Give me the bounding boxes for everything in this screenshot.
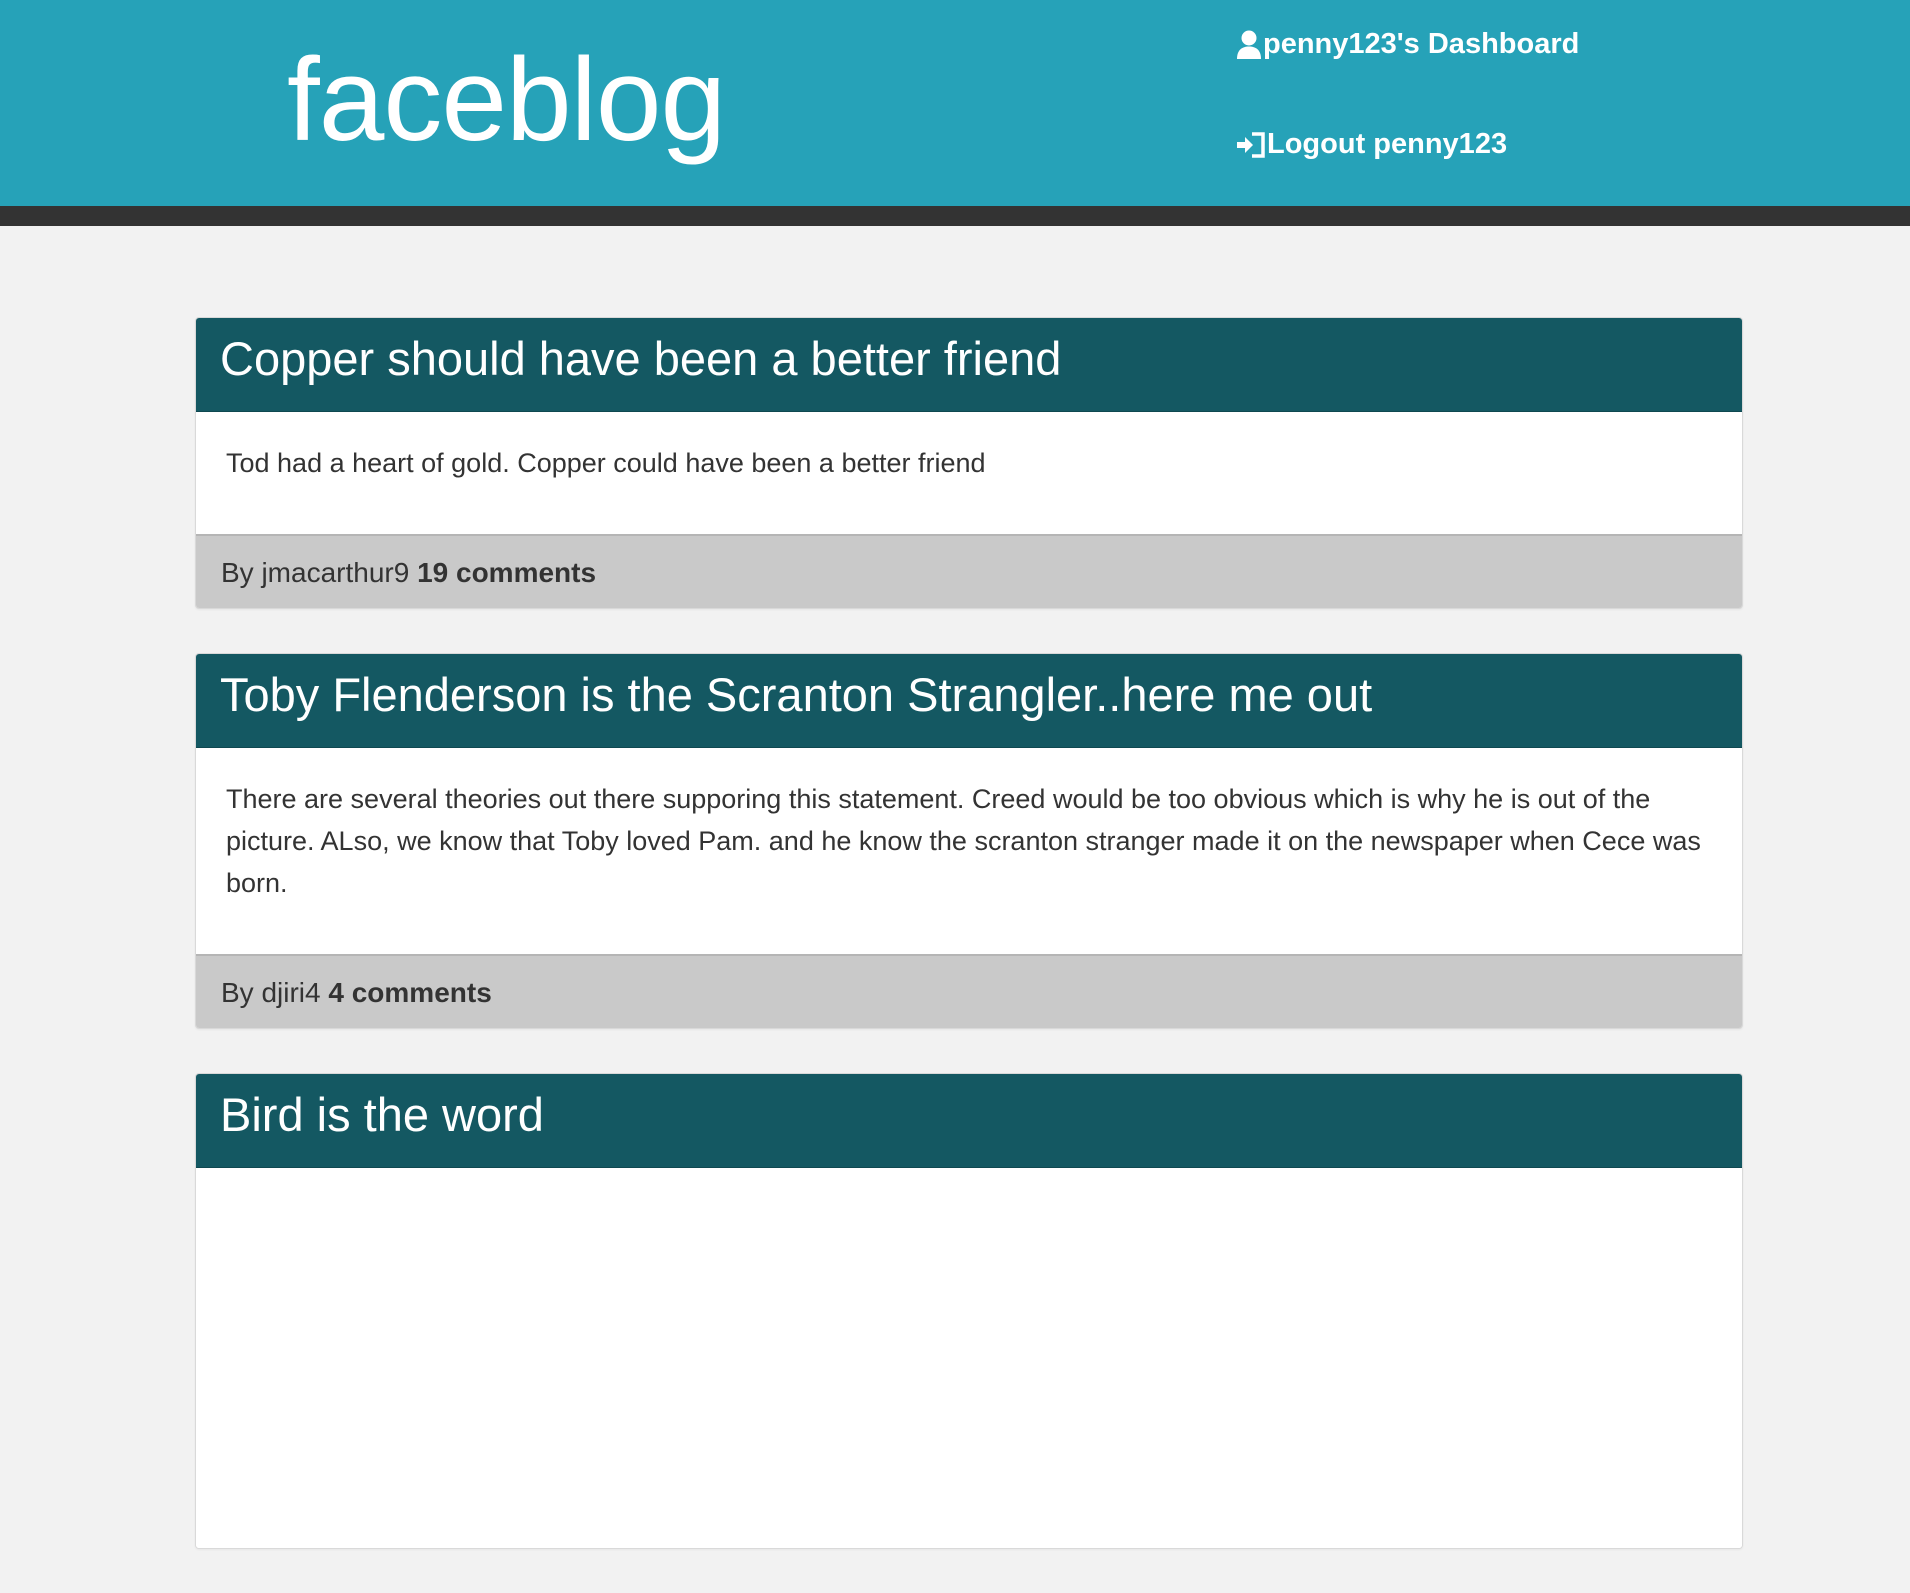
dashboard-link[interactable]: penny123's Dashboard: [1236, 28, 1579, 61]
post-card: Bird is the word: [195, 1073, 1743, 1549]
post-body: [196, 1168, 1742, 1548]
post-comments-count[interactable]: 4 comments: [328, 977, 491, 1008]
logout-label: Logout penny123: [1267, 128, 1508, 160]
user-icon: [1236, 30, 1263, 60]
site-logo[interactable]: faceblog: [287, 35, 726, 166]
header-border: [0, 206, 1910, 226]
post-feed: Copper should have been a better friend …: [195, 317, 1743, 1593]
logout-link[interactable]: Logout penny123: [1236, 128, 1507, 161]
post-author: By jmacarthur9: [221, 557, 410, 588]
post-title[interactable]: Toby Flenderson is the Scranton Strangle…: [196, 654, 1742, 748]
post-comments-count[interactable]: 19 comments: [417, 557, 596, 588]
site-header: faceblog penny123's Dashboard Logout pen…: [0, 0, 1910, 206]
dashboard-label: penny123's Dashboard: [1263, 28, 1580, 60]
post-title[interactable]: Bird is the word: [196, 1074, 1742, 1168]
post-card: Toby Flenderson is the Scranton Strangle…: [195, 653, 1743, 1029]
post-footer: By jmacarthur9 19 comments: [196, 534, 1742, 608]
post-footer: By djiri4 4 comments: [196, 954, 1742, 1028]
log-in-icon: [1236, 131, 1267, 158]
post-body: Tod had a heart of gold. Copper could ha…: [196, 412, 1742, 534]
post-title[interactable]: Copper should have been a better friend: [196, 318, 1742, 412]
post-author: By djiri4: [221, 977, 321, 1008]
post-body: There are several theories out there sup…: [196, 748, 1742, 954]
post-card: Copper should have been a better friend …: [195, 317, 1743, 609]
